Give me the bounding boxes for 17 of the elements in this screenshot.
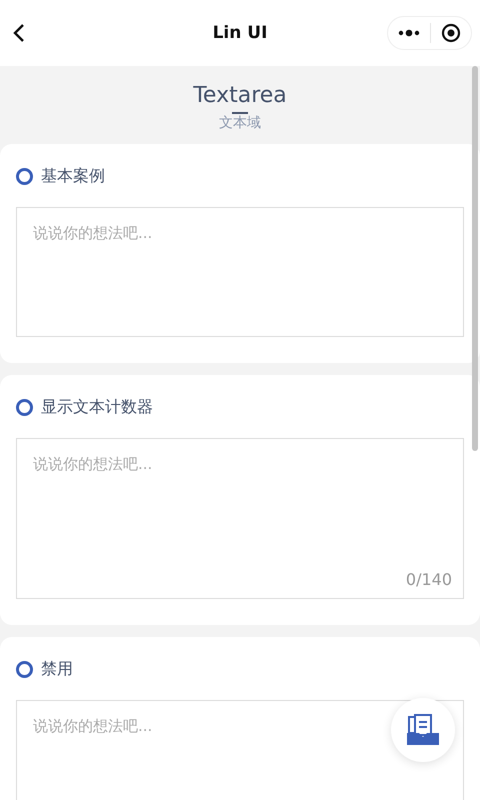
- section-title: 基本案例: [41, 166, 105, 187]
- character-counter: 0/140: [406, 570, 452, 589]
- title-underline: [232, 112, 248, 114]
- section-title: 禁用: [41, 659, 73, 680]
- textarea-field[interactable]: 说说你的想法吧...: [16, 207, 464, 337]
- more-icon[interactable]: [398, 29, 420, 37]
- ring-icon: [16, 399, 33, 416]
- textarea-field[interactable]: 说说你的想法吧...: [16, 700, 464, 800]
- close-icon[interactable]: [441, 23, 461, 43]
- back-icon[interactable]: [12, 23, 26, 43]
- inbox-document-icon: [406, 714, 440, 746]
- page-subtitle: 文本域: [219, 114, 261, 132]
- section-title: 显示文本计数器: [41, 397, 153, 418]
- nav-title: Lin UI: [212, 23, 268, 43]
- ring-icon: [16, 168, 33, 185]
- ring-icon: [16, 661, 33, 678]
- page-title: Textarea: [193, 82, 287, 110]
